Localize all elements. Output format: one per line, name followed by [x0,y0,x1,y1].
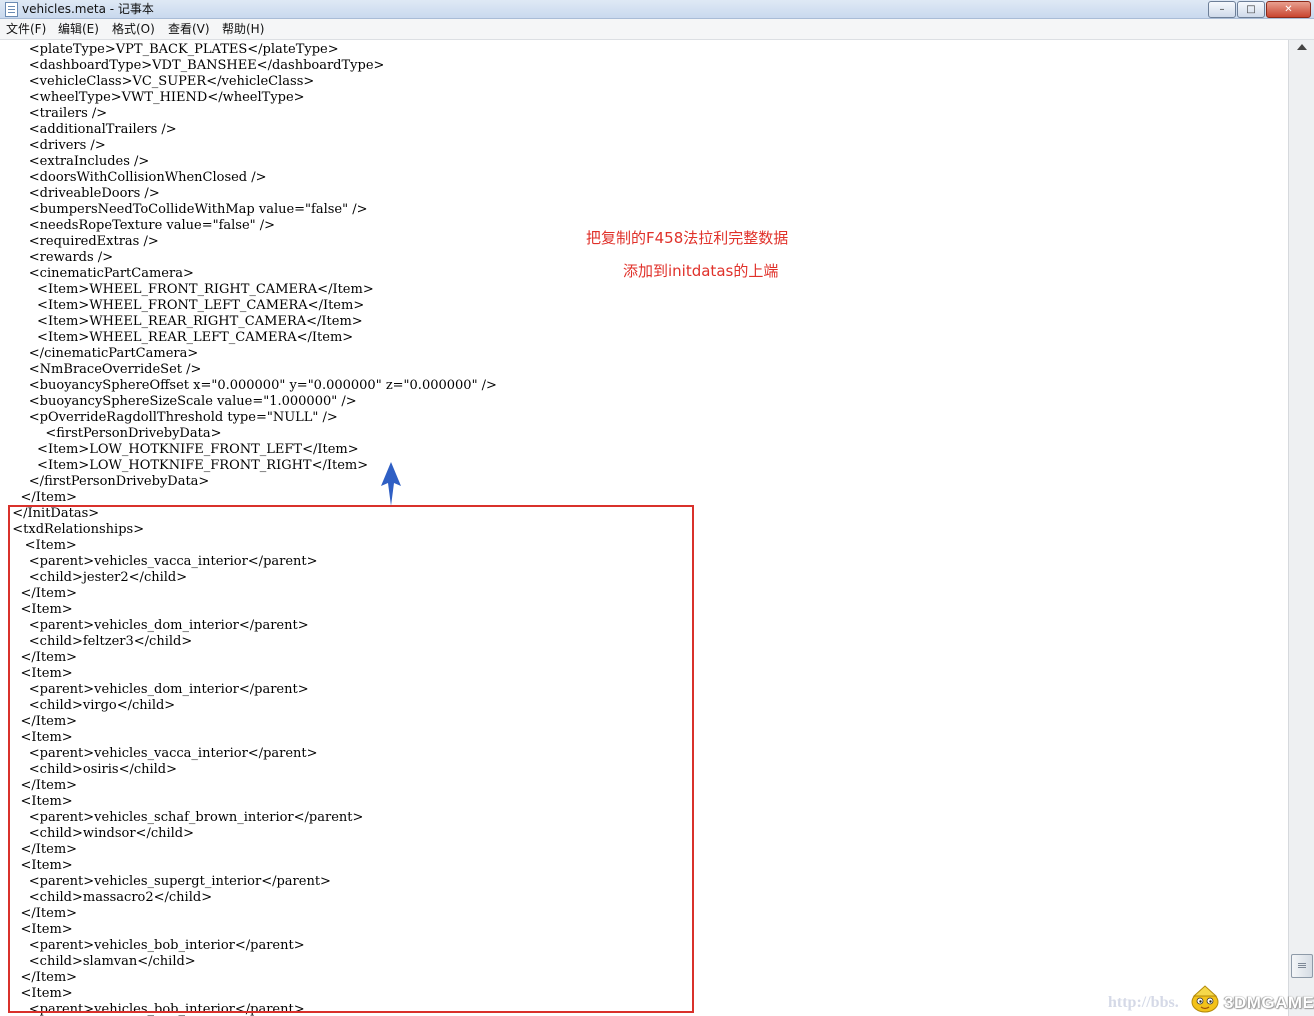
notepad-icon [5,2,18,17]
close-icon: ✕ [1284,3,1293,15]
watermark-mascot-icon [1191,985,1219,1013]
maximize-icon: □ [1246,3,1256,15]
menu-bar: 文件(F) 编辑(E) 格式(O) 查看(V) 帮助(H) [0,19,1314,40]
editor-line: <dashboardType>VDT_BANSHEE</dashboardTyp… [4,58,385,73]
editor-line: <buoyancySphereSizeScale value="1.000000… [4,394,357,409]
watermark-url: http://bbs. [1108,994,1179,1011]
editor-line: <cinematicPartCamera> [4,266,194,281]
editor-line: <Item>LOW_HOTKNIFE_FRONT_RIGHT</Item> [4,458,369,473]
annotation-text-line2: 添加到initdatas的上端 [623,262,779,280]
editor-line: <Item>WHEEL_FRONT_LEFT_CAMERA</Item> [4,298,365,313]
editor-line: <Item>LOW_HOTKNIFE_FRONT_LEFT</Item> [4,442,359,457]
editor-line: </firstPersonDrivebyData> [4,474,210,489]
menu-view[interactable]: 查看(V) [166,21,212,37]
menu-format[interactable]: 格式(O) [110,21,157,37]
editor-line: <wheelType>VWT_HIEND</wheelType> [4,90,305,105]
close-button[interactable]: ✕ [1266,1,1311,18]
editor-line: <doorsWithCollisionWhenClosed /> [4,170,267,185]
watermark-brand: 3DMGAME [1224,993,1314,1012]
scroll-up-arrow-icon[interactable] [1297,44,1307,50]
up-arrow-icon [381,462,401,506]
editor-line: <requiredExtras /> [4,234,159,249]
editor-line: <pOverrideRagdollThreshold type="NULL" /… [4,410,338,425]
editor-line: <needsRopeTexture value="false" /> [4,218,276,233]
menu-file[interactable]: 文件(F) [4,21,48,37]
editor-line: <trailers /> [4,106,108,121]
highlight-box [8,505,694,1013]
editor-line: <Item>WHEEL_FRONT_RIGHT_CAMERA</Item> [4,282,374,297]
editor-line: <firstPersonDrivebyData> [4,426,222,441]
editor-line: <bumpersNeedToCollideWithMap value="fals… [4,202,368,217]
editor-line: <plateType>VPT_BACK_PLATES</plateType> [4,42,339,57]
annotation-text-line1: 把复制的F458法拉利完整数据 [586,229,789,247]
editor-line: </Item> [4,490,78,505]
minimize-button[interactable]: – [1208,1,1236,18]
editor-line: <vehicleClass>VC_SUPER</vehicleClass> [4,74,315,89]
minimize-icon: – [1219,3,1225,15]
editor-line: <Item>WHEEL_REAR_RIGHT_CAMERA</Item> [4,314,363,329]
editor-line: <rewards /> [4,250,114,265]
editor-line: <extraIncludes /> [4,154,150,169]
editor-line: </cinematicPartCamera> [4,346,199,361]
maximize-button[interactable]: □ [1237,1,1265,18]
editor-line: <NmBraceOverrideSet /> [4,362,202,377]
editor-line: <drivers /> [4,138,106,153]
editor-line: <additionalTrailers /> [4,122,177,137]
window-title: vehicles.meta - 记事本 [22,2,154,16]
editor-line: <driveableDoors /> [4,186,160,201]
editor-line: <buoyancySphereOffset x="0.000000" y="0.… [4,378,497,393]
editor-line: <Item>WHEEL_REAR_LEFT_CAMERA</Item> [4,330,354,345]
title-bar: vehicles.meta - 记事本 – □ ✕ [0,0,1314,19]
menu-help[interactable]: 帮助(H) [220,21,266,37]
vertical-scrollbar[interactable] [1288,40,1314,1016]
scrollbar-thumb[interactable] [1291,954,1313,978]
menu-edit[interactable]: 编辑(E) [56,21,101,37]
